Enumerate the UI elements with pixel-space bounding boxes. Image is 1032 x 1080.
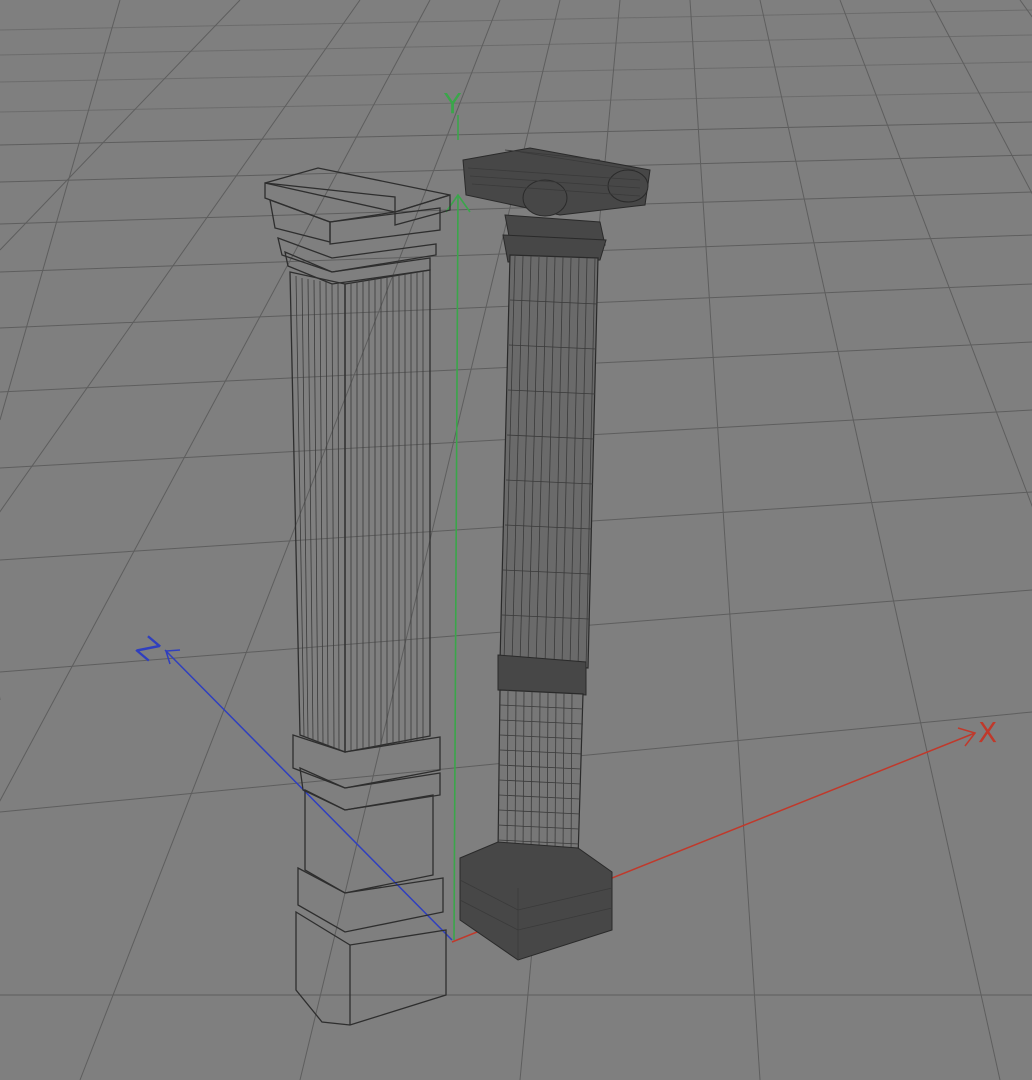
- z-axis: Z: [130, 630, 453, 941]
- ionic-capital: [462, 147, 651, 263]
- ionic-shaft: [499, 254, 599, 669]
- y-axis-label: Y: [443, 87, 462, 120]
- square-pilaster[interactable]: [264, 167, 451, 1026]
- viewport-canvas[interactable]: Z X Y: [0, 0, 1032, 1080]
- pilaster-shaft: [289, 269, 431, 753]
- 3d-viewport[interactable]: Z X Y: [0, 0, 1032, 1080]
- z-axis-label: Z: [130, 630, 166, 668]
- ionic-column[interactable]: [459, 147, 651, 961]
- y-axis: Y: [443, 87, 471, 941]
- x-axis-label: X: [978, 716, 997, 749]
